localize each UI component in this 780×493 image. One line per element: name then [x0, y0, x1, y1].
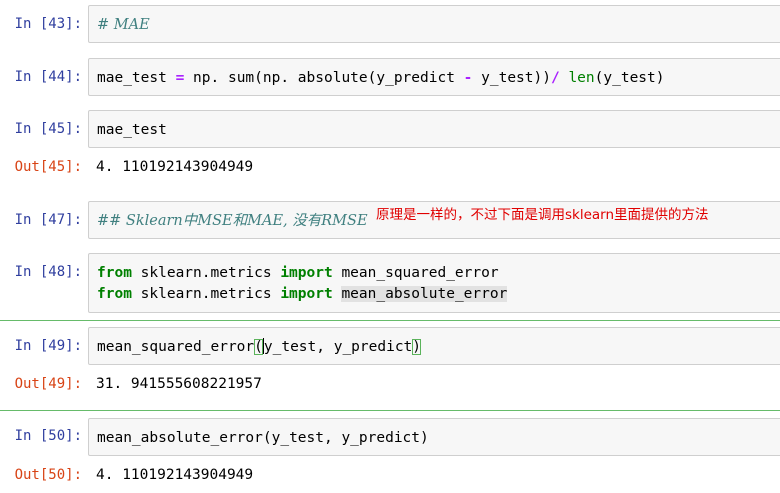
- output-prompt: Out[50]:: [14, 467, 82, 483]
- cell-output: 4. 110192143904949: [96, 467, 254, 483]
- code-token: (y_test): [594, 70, 665, 86]
- code-line: mae_test = np. sum(np. absolute(y_predic…: [97, 68, 665, 88]
- code-token: y_test)): [472, 70, 551, 86]
- code-token: mean_squared_error: [97, 339, 255, 355]
- input-prompt: In [48]:: [14, 264, 82, 280]
- cell-input-editor[interactable]: # MAE: [88, 5, 780, 43]
- input-prompt: In [44]:: [14, 69, 82, 85]
- code-token: ): [420, 430, 429, 446]
- code-token: sklearn.metrics: [131, 286, 281, 302]
- code-line: from sklearn.metrics import mean_absolut…: [97, 284, 508, 304]
- code-token: y_test, y_predict: [271, 430, 421, 446]
- code-token: np. sum(np. absolute(y_predict: [184, 70, 464, 86]
- cell-output: 31. 941555608221957: [96, 376, 262, 392]
- keyword-token: from: [97, 265, 132, 281]
- matched-paren: ): [412, 339, 422, 355]
- output-prompt: Out[45]:: [14, 159, 82, 175]
- code-line: mean_absolute_error(y_test, y_predict): [97, 428, 429, 448]
- code-comment: ## Sklearn中MSE和MAE, 没有RMSE: [97, 213, 368, 229]
- matched-paren: (: [254, 339, 263, 355]
- cell-input-editor[interactable]: mean_absolute_error(y_test, y_predict): [88, 418, 780, 456]
- cell-input-editor[interactable]: from sklearn.metrics import mean_squared…: [88, 253, 780, 313]
- selected-cell-border-top: [0, 320, 780, 321]
- cell-output: 4. 110192143904949: [96, 159, 254, 175]
- keyword-token: from: [97, 286, 132, 302]
- input-prompt: In [45]:: [14, 121, 82, 137]
- input-prompt: In [47]:: [14, 212, 82, 228]
- operator-token: =: [175, 70, 185, 86]
- code-token: mae_test: [97, 70, 176, 86]
- code-line: from sklearn.metrics import mean_squared…: [97, 263, 499, 283]
- keyword-token: import: [280, 286, 333, 302]
- code-line: mae_test: [97, 122, 167, 138]
- code-comment: # MAE: [97, 17, 150, 33]
- keyword-token: import: [280, 265, 333, 281]
- input-prompt: In [43]:: [14, 16, 82, 32]
- code-token: sklearn.metrics: [131, 265, 281, 281]
- red-annotation-note: 原理是一样的，不过下面是调用sklearn里面提供的方法: [376, 207, 709, 223]
- selected-cell-border-bottom: [0, 410, 780, 411]
- notebook: In [43]: # MAE In [44]: mae_test = np. s…: [0, 0, 780, 493]
- cell-input-editor[interactable]: mae_test: [88, 110, 780, 148]
- code-token: (: [262, 430, 272, 446]
- input-prompt: In [50]:: [14, 428, 82, 444]
- code-token: mean_squared_error: [332, 265, 499, 281]
- highlighted-token: mean_absolute_error: [341, 286, 508, 302]
- code-token: y_test, y_predict: [263, 339, 413, 355]
- cell-input-editor[interactable]: mae_test = np. sum(np. absolute(y_predic…: [88, 58, 780, 96]
- builtin-token: len: [568, 70, 595, 86]
- code-line: mean_squared_error(y_test, y_predict): [97, 337, 422, 357]
- cell-input-editor[interactable]: mean_squared_error(y_test, y_predict): [88, 327, 780, 365]
- operator-token: /: [550, 70, 560, 86]
- input-prompt: In [49]:: [14, 338, 82, 354]
- output-prompt: Out[49]:: [14, 376, 82, 392]
- code-token: mean_absolute_error: [97, 430, 263, 446]
